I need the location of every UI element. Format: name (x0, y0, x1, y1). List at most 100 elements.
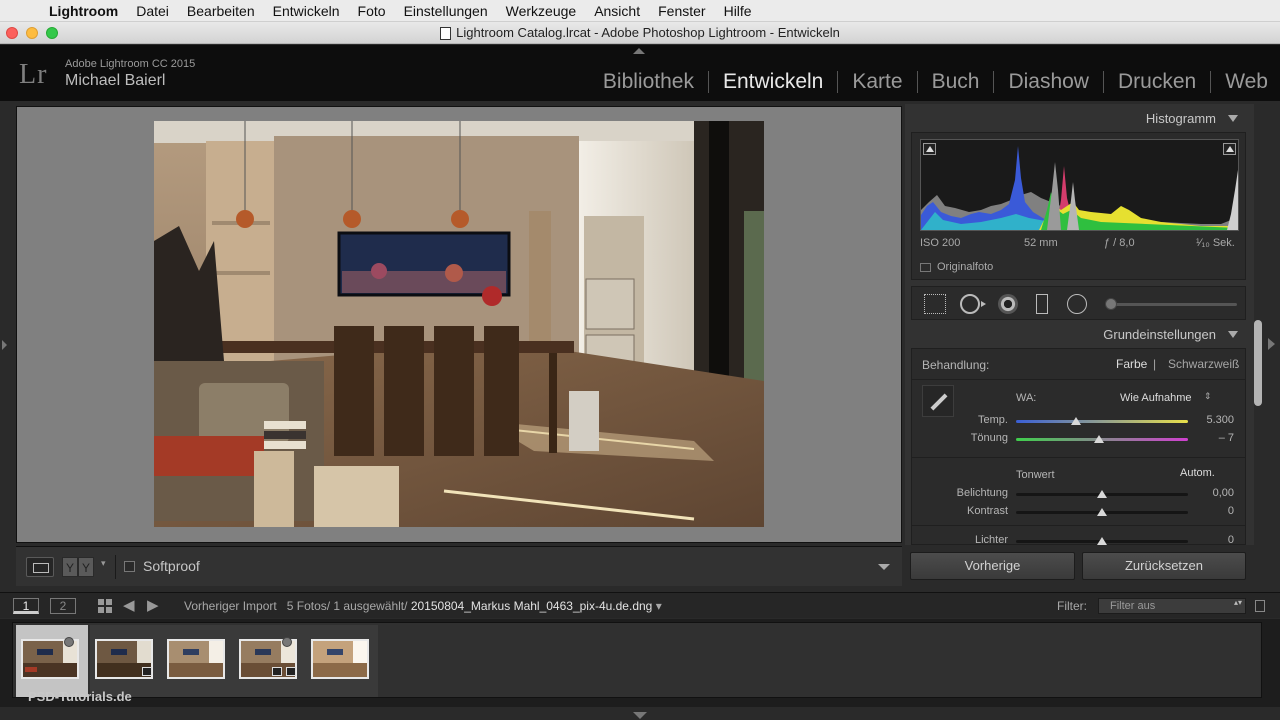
histogram-graph[interactable] (920, 139, 1239, 231)
menu-foto[interactable]: Foto (349, 3, 395, 19)
thumbnail-photo (313, 641, 367, 677)
module-bibliothek[interactable]: Bibliothek (589, 71, 709, 93)
filter-lock-icon[interactable] (1255, 600, 1265, 612)
crop-overlay-icon[interactable] (924, 294, 946, 314)
contrast-label: Kontrast (967, 505, 1008, 517)
menu-lightroom[interactable]: Lightroom (40, 3, 127, 19)
filmstrip-thumbnail[interactable] (234, 625, 306, 697)
module-web[interactable]: Web (1211, 71, 1280, 93)
window-title: Lightroom Catalog.lrcat - Adobe Photosho… (456, 25, 840, 40)
tint-slider-knob[interactable] (1093, 435, 1104, 443)
highlights-value[interactable]: 0 (1194, 534, 1234, 545)
close-window-button[interactable] (6, 27, 18, 39)
filmstrip-toggle-icon[interactable] (633, 712, 647, 719)
spot-removal-icon[interactable] (960, 294, 980, 314)
basic-separator (912, 525, 1245, 526)
menu-einstellungen[interactable]: Einstellungen (395, 3, 497, 19)
filmstrip-thumbnail[interactable] (306, 625, 378, 697)
collapse-basic-icon[interactable] (1228, 331, 1238, 338)
temp-value[interactable]: 5.300 (1194, 414, 1234, 426)
filmstrip-toolbar: 1 2 ◀ ▶ Vorheriger Import 5 Fotos/ 1 aus… (0, 592, 1280, 618)
module-drucken[interactable]: Drucken (1104, 71, 1212, 93)
identity-plate-user: Michael Baierl (65, 72, 166, 89)
menu-entwickeln[interactable]: Entwickeln (264, 3, 349, 19)
highlights-slider-knob[interactable] (1097, 537, 1107, 545)
basic-separator (912, 457, 1245, 458)
back-arrow-icon[interactable]: ◀ (123, 598, 135, 614)
source-name: Vorheriger Import (184, 599, 277, 613)
basic-header[interactable]: Grundeinstellungen (911, 322, 1246, 348)
tint-label: Tönung (970, 432, 1008, 444)
radial-filter-icon[interactable] (1067, 294, 1087, 314)
loupe-view-button[interactable] (26, 557, 54, 577)
main-window-button[interactable]: 1 (13, 598, 39, 614)
menu-fenster[interactable]: Fenster (649, 3, 714, 19)
wb-select[interactable]: Wie Aufnahme (1120, 392, 1192, 404)
filmstrip-thumbnail[interactable] (16, 625, 88, 697)
collapse-histogram-icon[interactable] (1228, 115, 1238, 122)
develop-toolbar: Y Y ▾ Softproof (16, 546, 902, 586)
highlight-clipping-icon[interactable] (1223, 143, 1236, 155)
forward-arrow-icon[interactable]: ▶ (147, 598, 159, 614)
right-panel-scrollbar[interactable] (1254, 320, 1262, 406)
iso-value: ISO 200 (920, 237, 961, 249)
thumbnail-edit-badge (64, 637, 74, 647)
thumbnail-image (167, 639, 225, 679)
treatment-color-option[interactable]: Farbe (1116, 357, 1147, 371)
filter-label: Filter: (1057, 599, 1087, 613)
module-karte[interactable]: Karte (838, 71, 918, 93)
reset-button[interactable]: Zurücksetzen (1082, 552, 1246, 580)
right-panel-toggle-icon[interactable] (1268, 338, 1275, 350)
filmstrip-thumbnail[interactable] (90, 625, 162, 697)
graduated-filter-icon[interactable] (1036, 294, 1048, 314)
grid-view-icon[interactable] (98, 599, 112, 613)
exposure-value[interactable]: 0,00 (1194, 487, 1234, 499)
adjustment-brush-slider[interactable] (1107, 303, 1237, 306)
module-buch[interactable]: Buch (918, 71, 995, 93)
treatment-bw-option[interactable]: Schwarzweiß (1168, 357, 1239, 371)
menu-hilfe[interactable]: Hilfe (715, 3, 761, 19)
thumbnail-adjust-badge (286, 667, 296, 676)
top-panel-toggle-icon[interactable] (633, 48, 645, 54)
menu-ansicht[interactable]: Ansicht (585, 3, 649, 19)
left-panel-toggle-icon[interactable] (2, 340, 7, 350)
red-eye-icon[interactable] (998, 294, 1018, 314)
previous-button[interactable]: Vorherige (910, 552, 1075, 580)
image-canvas[interactable] (16, 106, 902, 543)
wb-eyedropper-icon[interactable] (922, 385, 954, 417)
original-photo-checkbox[interactable] (920, 263, 931, 272)
softproof-checkbox[interactable] (124, 561, 135, 572)
filter-select[interactable]: Filter aus (1098, 598, 1246, 614)
module-diashow[interactable]: Diashow (994, 71, 1104, 93)
wb-select-arrows-icon[interactable]: ⇕ (1204, 391, 1212, 402)
exposure-slider-knob[interactable] (1097, 490, 1107, 498)
lightroom-logo: Lr (19, 59, 48, 90)
histogram-header[interactable]: Histogramm (911, 106, 1246, 132)
adjustment-brush-knob[interactable] (1105, 298, 1117, 310)
filmstrip-source[interactable]: Vorheriger Import 5 Fotos/ 1 ausgewählt/… (184, 599, 662, 613)
contrast-value[interactable]: 0 (1194, 505, 1234, 517)
temp-slider-knob[interactable] (1071, 417, 1082, 425)
minimize-window-button[interactable] (26, 27, 38, 39)
before-after-dropdown-icon[interactable]: ▾ (101, 558, 106, 569)
thumbnail-edit-badge (282, 637, 292, 647)
menu-datei[interactable]: Datei (127, 3, 178, 19)
softproof-label: Softproof (143, 558, 200, 574)
secondary-window-button[interactable]: 2 (50, 598, 76, 614)
before-after-view-button[interactable]: Y Y (62, 557, 94, 577)
photo-preview[interactable] (154, 121, 764, 527)
filmstrip-thumbnail[interactable] (162, 625, 234, 697)
zoom-window-button[interactable] (46, 27, 58, 39)
tint-value[interactable]: – 7 (1194, 432, 1234, 444)
contrast-slider-knob[interactable] (1097, 508, 1107, 516)
toolbar-content-menu-icon[interactable] (878, 564, 890, 570)
treatment-divider: | (1153, 357, 1157, 371)
menu-bearbeiten[interactable]: Bearbeiten (178, 3, 264, 19)
menu-werkzeuge[interactable]: Werkzeuge (497, 3, 586, 19)
thumbnail-crop-badge (272, 667, 282, 676)
auto-tone-button[interactable]: Autom. (1180, 467, 1215, 479)
module-entwickeln[interactable]: Entwickeln (709, 71, 839, 93)
source-dropdown-icon[interactable]: ▾ (656, 599, 662, 613)
shadow-clipping-icon[interactable] (923, 143, 936, 155)
temp-slider[interactable] (1016, 420, 1188, 423)
